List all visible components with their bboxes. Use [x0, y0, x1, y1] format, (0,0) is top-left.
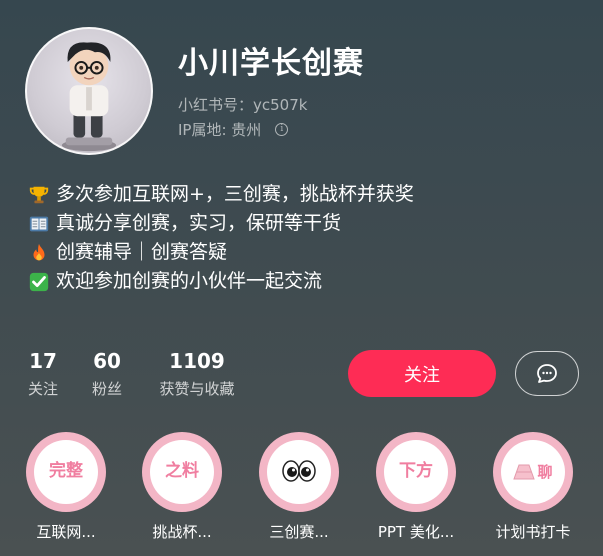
- bio-line: 真诚分享创赛，实习，保研等干货: [28, 209, 414, 238]
- stat-likes-collections[interactable]: 1109 获赞与收藏: [150, 348, 244, 400]
- profile-ip-location: IP属地: 贵州 i: [178, 119, 289, 140]
- stat-label: 获赞与收藏: [159, 380, 235, 398]
- collection-title: 挑战杯...: [152, 523, 212, 541]
- bio-line: 欢迎参加创赛的小伙伴一起交流: [28, 267, 414, 296]
- trophy-icon: [28, 184, 50, 206]
- stat-label: 粉丝: [91, 380, 122, 398]
- avatar-illustration: [61, 42, 117, 152]
- profile-id-text: 小红书号：yc507k: [178, 96, 308, 114]
- book-icon: [28, 213, 50, 235]
- collection-item[interactable]: 完整 互联网...: [6, 432, 126, 542]
- check-icon: [28, 271, 50, 293]
- bio-text: 多次参加互联网+，三创赛，挑战杯并获奖: [56, 183, 414, 205]
- info-icon[interactable]: i: [275, 123, 289, 136]
- collection-cover: 聊: [493, 432, 573, 512]
- collection-item[interactable]: 聊 计划书打卡: [473, 432, 593, 542]
- collection-cover: 之料: [142, 432, 222, 512]
- fire-icon: [28, 242, 50, 264]
- bio-line: 多次参加互联网+，三创赛，挑战杯并获奖: [28, 180, 414, 209]
- stat-value: 1109: [169, 349, 225, 373]
- bio-text: 真诚分享创赛，实习，保研等干货: [56, 212, 342, 234]
- collection-title: 三创赛...: [269, 523, 329, 541]
- collection-badge: 聊: [537, 463, 553, 481]
- profile-bio: 多次参加互联网+，三创赛，挑战杯并获奖 真诚分享创赛，实习，保研等干货 创赛辅导…: [28, 180, 414, 296]
- profile-name: 小川学长创赛: [178, 46, 364, 81]
- stat-followers[interactable]: 60 粉丝: [86, 348, 128, 400]
- collection-title: PPT 美化...: [377, 523, 455, 541]
- collections-row: 完整 互联网... 之料 挑战杯... 三创赛... 下方 PPT 美化... …: [0, 432, 603, 556]
- eyes-icon: [282, 459, 316, 482]
- collection-cover: 完整: [26, 432, 106, 512]
- collection-item[interactable]: 之料 挑战杯...: [122, 432, 242, 542]
- stat-value: 60: [93, 349, 121, 373]
- message-button[interactable]: [515, 351, 579, 396]
- collection-title: 计划书打卡: [495, 523, 571, 541]
- chat-bubble-icon: [537, 363, 557, 383]
- stat-label: 关注: [27, 380, 58, 398]
- collection-title: 互联网...: [36, 523, 96, 541]
- avatar[interactable]: [25, 27, 153, 155]
- collection-badge: 下方: [399, 460, 433, 481]
- collection-badge: 完整: [49, 460, 83, 481]
- profile-ip-text: IP属地: 贵州: [178, 121, 262, 139]
- collection-cover: 下方: [376, 432, 456, 512]
- skirt-icon: [513, 464, 536, 480]
- bio-text: 创赛辅导｜创赛答疑: [56, 241, 228, 263]
- collection-item[interactable]: 下方 PPT 美化...: [356, 432, 476, 542]
- bio-line: 创赛辅导｜创赛答疑: [28, 238, 414, 267]
- stat-value: 17: [29, 349, 57, 373]
- collection-cover: [259, 432, 339, 512]
- stat-following[interactable]: 17 关注: [22, 348, 64, 400]
- collection-item[interactable]: 三创赛...: [239, 432, 359, 542]
- profile-id: 小红书号：yc507k: [178, 94, 307, 115]
- collection-badge: 之料: [165, 460, 199, 481]
- bio-text: 欢迎参加创赛的小伙伴一起交流: [56, 270, 323, 292]
- follow-button[interactable]: 关注: [348, 350, 496, 397]
